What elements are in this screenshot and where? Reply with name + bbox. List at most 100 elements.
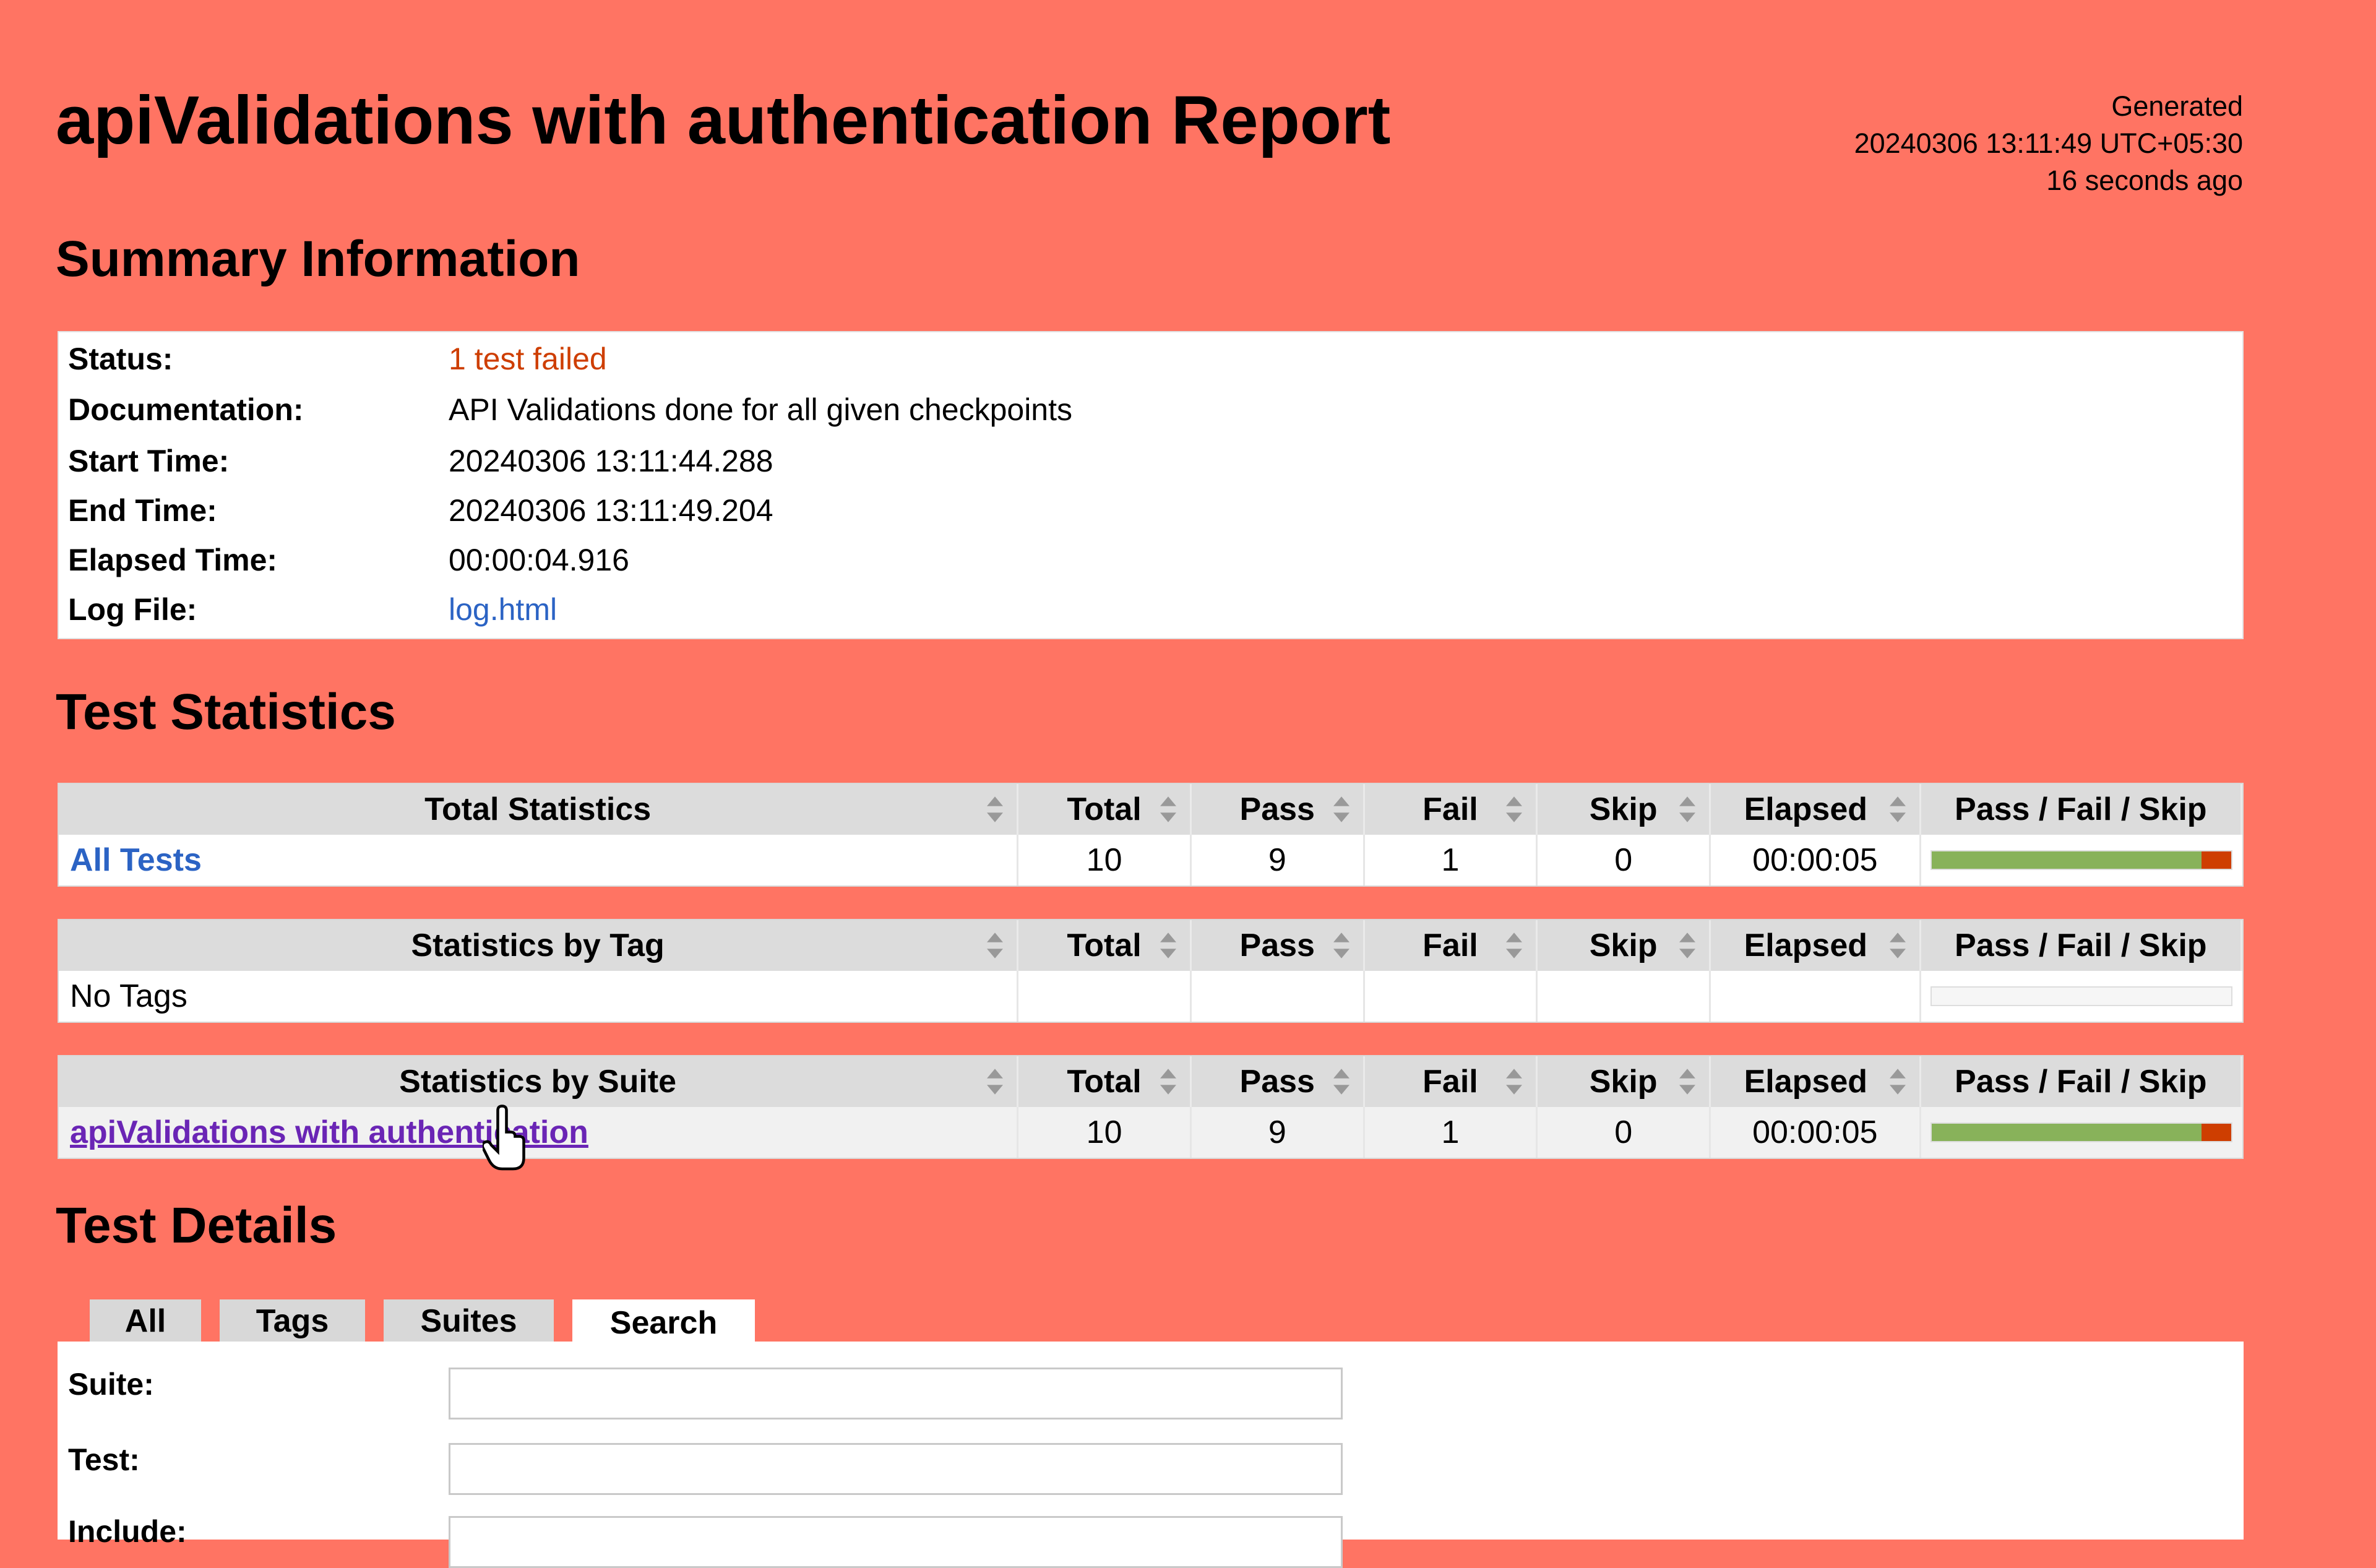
- summary-table: Status: 1 test failed Documentation: API…: [58, 331, 2244, 639]
- log-file-link[interactable]: log.html: [449, 592, 557, 627]
- skip-cell: 0: [1538, 835, 1711, 885]
- column-label: Statistics by Tag: [411, 928, 665, 963]
- table-row: apiValidations with authentication 10 9 …: [59, 1107, 2242, 1158]
- hand-cursor-icon: [483, 1105, 525, 1171]
- fail-column[interactable]: Fail: [1365, 920, 1538, 971]
- column-label: Skip: [1589, 791, 1658, 827]
- fail-cell: 1: [1365, 835, 1538, 885]
- tab-all[interactable]: All: [90, 1299, 201, 1343]
- start-time-value: 20240306 13:11:44.288: [449, 444, 773, 478]
- sort-icon: [1333, 796, 1349, 822]
- sort-icon: [987, 933, 1004, 958]
- total-statistics-table: Total Statistics Total Pass Fail Skip El…: [58, 783, 2244, 887]
- suite-search-input[interactable]: [449, 1368, 1343, 1419]
- sort-icon: [1506, 933, 1523, 958]
- total-cell: 10: [1018, 1107, 1192, 1158]
- pass-cell: [1192, 971, 1365, 1022]
- graph-cell: [1921, 835, 2242, 885]
- suite-statistics-table: Statistics by Suite Total Pass Fail Skip…: [58, 1055, 2244, 1159]
- fail-segment: [2201, 851, 2232, 869]
- name-cell: All Tests: [59, 835, 1019, 885]
- sort-icon: [987, 1069, 1004, 1095]
- total-cell: [1018, 971, 1192, 1022]
- column-label: Fail: [1423, 791, 1478, 827]
- column-label: Pass / Fail / Skip: [1955, 1064, 2207, 1100]
- summary-row-documentation: Documentation: API Validations done for …: [68, 388, 1072, 431]
- pass-fail-skip-column[interactable]: Pass / Fail / Skip: [1921, 920, 2242, 971]
- include-label: Include:: [68, 1514, 187, 1549]
- elapsed-cell: 00:00:05: [1711, 1107, 1921, 1158]
- pass-column[interactable]: Pass: [1192, 1056, 1365, 1107]
- column-label: Total Statistics: [424, 791, 652, 827]
- sort-icon: [1889, 933, 1906, 958]
- total-column[interactable]: Total: [1018, 784, 1192, 835]
- table-row: All Tests 10 9 1 0 00:00:05: [59, 835, 2242, 885]
- tag-statistics-column[interactable]: Statistics by Tag: [59, 920, 1019, 971]
- elapsed-column[interactable]: Elapsed: [1711, 1056, 1921, 1107]
- column-label: Statistics by Suite: [399, 1064, 677, 1100]
- pass-cell: 9: [1192, 1107, 1365, 1158]
- test-search-input[interactable]: [449, 1443, 1343, 1495]
- elapsed-cell: 00:00:05: [1711, 835, 1921, 885]
- pass-column[interactable]: Pass: [1192, 920, 1365, 971]
- column-label: Pass / Fail / Skip: [1955, 791, 2207, 827]
- total-column[interactable]: Total: [1018, 920, 1192, 971]
- column-label: Elapsed: [1744, 1064, 1867, 1100]
- sort-icon: [1333, 1069, 1349, 1095]
- column-label: Elapsed: [1744, 928, 1867, 963]
- name-cell: apiValidations with authentication: [59, 1107, 1019, 1158]
- suite-statistics-header: Statistics by Suite Total Pass Fail Skip…: [59, 1056, 2242, 1107]
- column-label: Pass: [1239, 928, 1315, 963]
- sort-icon: [1333, 933, 1349, 958]
- tab-suites[interactable]: Suites: [384, 1299, 554, 1343]
- skip-column[interactable]: Skip: [1538, 920, 1711, 971]
- sort-icon: [1679, 933, 1695, 958]
- column-label: Pass: [1239, 1064, 1315, 1100]
- summary-row-status: Status: 1 test failed: [68, 337, 607, 381]
- generated-label: Generated: [2111, 90, 2243, 122]
- column-label: Fail: [1423, 1064, 1478, 1100]
- documentation-label: Documentation:: [68, 392, 304, 427]
- generated-ago: 16 seconds ago: [2046, 165, 2243, 196]
- pass-cell: 9: [1192, 835, 1365, 885]
- sort-icon: [1679, 796, 1695, 822]
- elapsed-time-value: 00:00:04.916: [449, 543, 629, 577]
- sort-icon: [1160, 933, 1176, 958]
- test-label: Test:: [68, 1442, 140, 1477]
- suite-label: Suite:: [68, 1367, 154, 1402]
- all-tests-link[interactable]: All Tests: [70, 842, 202, 879]
- column-label: Total: [1067, 791, 1142, 827]
- pass-fail-skip-column[interactable]: Pass / Fail / Skip: [1921, 1056, 2242, 1107]
- elapsed-column[interactable]: Elapsed: [1711, 920, 1921, 971]
- sort-icon: [987, 796, 1004, 822]
- pass-column[interactable]: Pass: [1192, 784, 1365, 835]
- pass-fail-skip-column[interactable]: Pass / Fail / Skip: [1921, 784, 2242, 835]
- pass-fail-skip-bar: [1930, 850, 2233, 870]
- fail-column[interactable]: Fail: [1365, 1056, 1538, 1107]
- end-time-label: End Time:: [68, 493, 217, 528]
- tab-tags[interactable]: Tags: [220, 1299, 365, 1343]
- fail-column[interactable]: Fail: [1365, 784, 1538, 835]
- column-label: Fail: [1423, 928, 1478, 963]
- pass-fail-skip-bar: [1930, 1122, 2233, 1142]
- status-label: Status:: [68, 342, 173, 376]
- fail-cell: [1365, 971, 1538, 1022]
- total-column[interactable]: Total: [1018, 1056, 1192, 1107]
- summary-row-start-time: Start Time: 20240306 13:11:44.288: [68, 439, 773, 483]
- total-cell: 10: [1018, 835, 1192, 885]
- column-label: Total: [1067, 928, 1142, 963]
- skip-column[interactable]: Skip: [1538, 1056, 1711, 1107]
- total-statistics-column[interactable]: Total Statistics: [59, 784, 1019, 835]
- include-search-input[interactable]: [449, 1516, 1343, 1568]
- sort-icon: [1160, 796, 1176, 822]
- suite-statistics-column[interactable]: Statistics by Suite: [59, 1056, 1019, 1107]
- sort-icon: [1160, 1069, 1176, 1095]
- elapsed-column[interactable]: Elapsed: [1711, 784, 1921, 835]
- column-label: Pass / Fail / Skip: [1955, 928, 2207, 963]
- skip-cell: [1538, 971, 1711, 1022]
- graph-cell: [1921, 1107, 2242, 1158]
- empty-bar: [1930, 986, 2233, 1006]
- name-cell: No Tags: [59, 971, 1019, 1022]
- tab-search[interactable]: Search: [572, 1299, 755, 1346]
- skip-column[interactable]: Skip: [1538, 784, 1711, 835]
